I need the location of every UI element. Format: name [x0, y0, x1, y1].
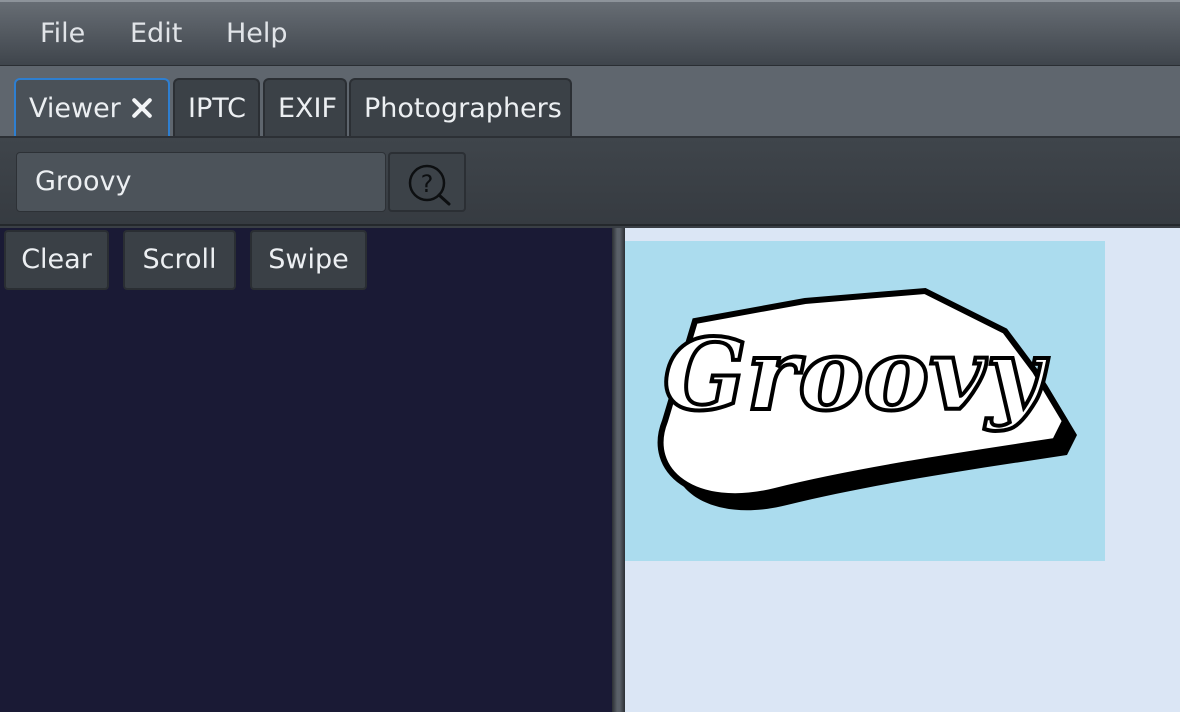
menu-bar: File Edit Help: [0, 0, 1180, 66]
groovy-lettering: Groovy: [657, 287, 1077, 511]
search-input[interactable]: Groovy: [16, 152, 386, 212]
app-window: File Edit Help Viewer IPTC EXIF Photogra…: [0, 0, 1180, 712]
clear-button[interactable]: Clear: [4, 230, 109, 290]
tab-viewer[interactable]: Viewer: [14, 78, 170, 136]
scroll-button[interactable]: Scroll: [123, 230, 236, 290]
image-viewer-pane: Groovy: [625, 228, 1180, 712]
tab-bar: Viewer IPTC EXIF Photographers: [0, 66, 1180, 138]
tab-iptc[interactable]: IPTC: [173, 78, 260, 136]
swipe-button[interactable]: Swipe: [250, 230, 367, 290]
search-help-button[interactable]: ?: [388, 152, 466, 212]
question-magnifier-icon: ?: [408, 164, 451, 206]
menu-file[interactable]: File: [40, 18, 85, 49]
left-pane: Clear Scroll Swipe: [0, 228, 612, 712]
split-pane-divider[interactable]: [612, 228, 625, 712]
tab-exif[interactable]: EXIF: [263, 78, 347, 136]
tab-viewer-label: Viewer: [29, 92, 121, 124]
groovy-image-text: Groovy: [663, 318, 1049, 433]
search-bar: Groovy ?: [0, 138, 1180, 226]
menu-help[interactable]: Help: [226, 18, 288, 49]
tab-iptc-label: IPTC: [188, 92, 247, 124]
tab-photographers[interactable]: Photographers: [349, 78, 572, 136]
tab-exif-label: EXIF: [278, 92, 338, 124]
svg-text:?: ?: [421, 170, 434, 198]
menu-edit[interactable]: Edit: [130, 18, 182, 49]
tab-photographers-label: Photographers: [364, 92, 562, 124]
groovy-image: Groovy: [625, 241, 1105, 561]
close-icon[interactable]: [131, 97, 153, 119]
